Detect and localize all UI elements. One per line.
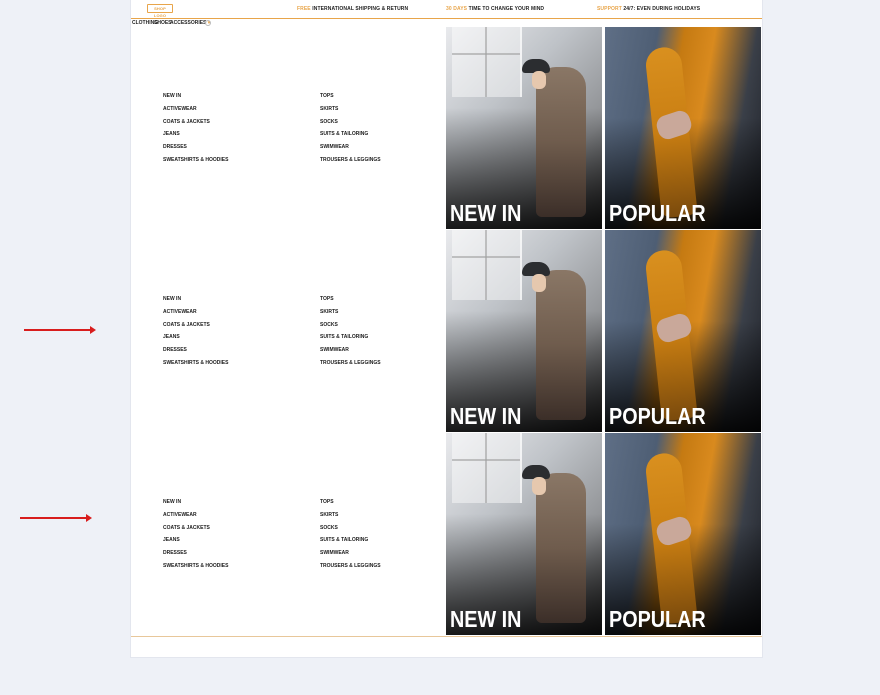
promo-tile-popular[interactable]: POPULAR — [605, 230, 761, 432]
menu-link[interactable]: COATS & JACKETS — [163, 322, 228, 335]
tile-title: NEW IN — [450, 403, 522, 429]
promo-text: 24/7: EVEN DURING HOLIDAYS — [621, 6, 701, 12]
window-image — [452, 27, 522, 97]
menu-link[interactable]: SKIRTS — [320, 106, 381, 119]
top-bar: SHOP LOGO FREE INTERNATIONAL SHIPPING & … — [131, 0, 762, 19]
menu-link[interactable]: SUITS & TAILORING — [320, 131, 381, 144]
promo-accent: SUPPORT — [597, 6, 622, 12]
annotation-arrow — [24, 326, 96, 334]
menu-link[interactable]: ACTIVEWEAR — [163, 512, 228, 525]
promo-accent: FREE — [297, 6, 311, 12]
menu-link[interactable]: SWEATSHIRTS & HOODIES — [163, 563, 228, 576]
menu-link[interactable]: SWIMWEAR — [320, 550, 381, 563]
promo-days: 30 DAYS TIME TO CHANGE YOUR MIND — [446, 6, 544, 12]
window-image — [452, 433, 522, 503]
promo-text: INTERNATIONAL SHIPPING & RETURN — [310, 6, 409, 12]
tile-title: POPULAR — [609, 606, 706, 632]
tile-title: NEW IN — [450, 606, 522, 632]
link-column-right: TOPS SKIRTS SOCKS SUITS & TAILORING SWIM… — [320, 296, 381, 373]
menu-link[interactable]: SKIRTS — [320, 309, 381, 322]
menu-link[interactable]: TOPS — [320, 93, 381, 106]
tile-title: POPULAR — [609, 200, 706, 226]
menu-link[interactable]: JEANS — [163, 131, 228, 144]
menu-link[interactable]: ACTIVEWEAR — [163, 106, 228, 119]
tile-title: POPULAR — [609, 403, 706, 429]
promo-tile-popular[interactable]: POPULAR — [605, 433, 761, 635]
menu-link[interactable]: DRESSES — [163, 144, 228, 157]
menu-link[interactable]: SWIMWEAR — [320, 144, 381, 157]
menu-link[interactable]: SOCKS — [320, 322, 381, 335]
menu-link[interactable]: TOPS — [320, 499, 381, 512]
mega-menu-page: SHOP LOGO FREE INTERNATIONAL SHIPPING & … — [131, 0, 762, 657]
link-column-left: NEW IN ACTIVEWEAR COATS & JACKETS JEANS … — [163, 499, 228, 576]
annotation-arrow — [20, 514, 92, 522]
promo-tile-new-in[interactable]: NEW IN — [446, 230, 602, 432]
face-image — [532, 71, 546, 89]
menu-link[interactable]: DRESSES — [163, 347, 228, 360]
menu-link[interactable]: DRESSES — [163, 550, 228, 563]
menu-link[interactable]: TROUSERS & LEGGINGS — [320, 563, 381, 576]
tile-title: NEW IN — [450, 200, 522, 226]
link-column-left: NEW IN ACTIVEWEAR COATS & JACKETS JEANS … — [163, 296, 228, 373]
menu-link[interactable]: TOPS — [320, 296, 381, 309]
mega-menu-panel: NEW IN ACTIVEWEAR COATS & JACKETS JEANS … — [131, 27, 762, 231]
menu-link[interactable]: NEW IN — [163, 93, 228, 106]
promo-tile-popular[interactable]: POPULAR — [605, 27, 761, 229]
menu-link[interactable]: JEANS — [163, 334, 228, 347]
model-image — [536, 473, 586, 623]
promo-accent: 30 DAYS — [446, 6, 468, 12]
menu-item-label: ACCESSORIES — [170, 20, 207, 26]
promo-text: TIME TO CHANGE YOUR MIND — [467, 6, 545, 12]
menu-link[interactable]: COATS & JACKETS — [163, 525, 228, 538]
promo-support: SUPPORT 24/7: EVEN DURING HOLIDAYS — [597, 6, 700, 12]
link-column-right: TOPS SKIRTS SOCKS SUITS & TAILORING SWIM… — [320, 499, 381, 576]
menu-link[interactable]: NEW IN — [163, 296, 228, 309]
menu-link[interactable]: SUITS & TAILORING — [320, 537, 381, 550]
menu-link[interactable]: SWIMWEAR — [320, 347, 381, 360]
mega-menu-panel: NEW IN ACTIVEWEAR COATS & JACKETS JEANS … — [131, 433, 762, 637]
menu-item-shoes[interactable]: SHOES — [154, 20, 172, 26]
window-image — [452, 230, 522, 300]
menu-link[interactable]: COATS & JACKETS — [163, 119, 228, 132]
menu-link[interactable]: SWEATSHIRTS & HOODIES — [163, 360, 228, 373]
menu-link[interactable]: NEW IN — [163, 499, 228, 512]
menu-link[interactable]: ACTIVEWEAR — [163, 309, 228, 322]
promo-tile-new-in[interactable]: NEW IN — [446, 433, 602, 635]
link-column-left: NEW IN ACTIVEWEAR COATS & JACKETS JEANS … — [163, 93, 228, 170]
search-icon[interactable] — [205, 20, 211, 26]
menu-link[interactable]: SWEATSHIRTS & HOODIES — [163, 157, 228, 170]
face-image — [532, 477, 546, 495]
model-image — [536, 270, 586, 420]
menu-link[interactable]: TROUSERS & LEGGINGS — [320, 360, 381, 373]
link-column-right: TOPS SKIRTS SOCKS SUITS & TAILORING SWIM… — [320, 93, 381, 170]
menu-link[interactable]: SUITS & TAILORING — [320, 334, 381, 347]
mega-menu-panel: NEW IN ACTIVEWEAR COATS & JACKETS JEANS … — [131, 230, 762, 434]
promo-shipping: FREE INTERNATIONAL SHIPPING & RETURN — [297, 6, 408, 12]
brand-logo[interactable]: SHOP LOGO — [147, 4, 173, 18]
menu-link[interactable]: SKIRTS — [320, 512, 381, 525]
menu-link[interactable]: SOCKS — [320, 525, 381, 538]
menu-link[interactable]: SOCKS — [320, 119, 381, 132]
menu-link[interactable]: JEANS — [163, 537, 228, 550]
model-image — [536, 67, 586, 217]
face-image — [532, 274, 546, 292]
promo-tile-new-in[interactable]: NEW IN — [446, 27, 602, 229]
menu-link[interactable]: TROUSERS & LEGGINGS — [320, 157, 381, 170]
